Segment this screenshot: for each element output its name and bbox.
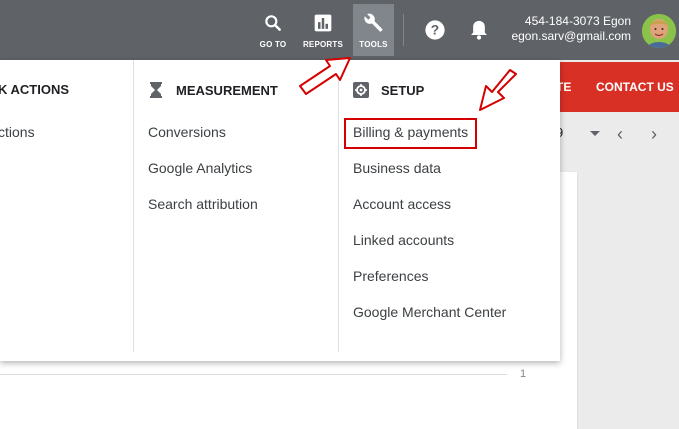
menu-item-google-analytics[interactable]: Google Analytics	[148, 150, 258, 186]
bar-chart-icon	[312, 12, 334, 34]
tools-menu: K ACTIONS ctions MEASUREMENT Conversions…	[0, 60, 560, 361]
menu-item-account-access[interactable]: Account access	[353, 186, 506, 222]
page-number: 1	[520, 368, 527, 380]
column-header: MEASUREMENT	[148, 82, 278, 98]
date-range-bar: 9 ‹ ›	[550, 118, 679, 150]
menu-item-conversions[interactable]: Conversions	[148, 114, 258, 150]
account-info[interactable]: 454-184-3073 Egon egon.sarv@gmail.com	[511, 14, 631, 44]
chevron-down-icon[interactable]	[590, 131, 600, 136]
menu-item-billing-payments[interactable]: Billing & payments	[353, 114, 506, 150]
reports-button[interactable]: REPORTS	[297, 4, 349, 56]
reports-label: REPORTS	[302, 40, 344, 49]
menu-column-bulk-actions: K ACTIONS ctions	[0, 60, 133, 361]
avatar[interactable]	[642, 14, 676, 48]
menu-item-preferences[interactable]: Preferences	[353, 258, 506, 294]
menu-column-measurement: MEASUREMENT Conversions Google Analytics…	[133, 60, 338, 352]
top-app-bar: GO TO REPORTS TOOLS ? 454-184-3073 Egon …	[0, 0, 679, 60]
tools-button[interactable]: TOOLS	[353, 4, 394, 56]
setup-header-label: SETUP	[381, 82, 425, 98]
account-email: egon.sarv@gmail.com	[511, 29, 631, 43]
hourglass-icon	[148, 82, 164, 98]
account-id: 454-184-3073 Egon	[524, 14, 631, 28]
tools-label: TOOLS	[359, 40, 388, 49]
contact-us-button[interactable]: CONTACT US	[596, 80, 674, 94]
measurement-header-label: MEASUREMENT	[176, 82, 278, 98]
goto-label: GO TO	[259, 40, 287, 49]
bell-icon[interactable]	[467, 18, 491, 42]
wrench-icon	[363, 12, 385, 34]
svg-text:?: ?	[431, 23, 439, 38]
search-icon	[262, 12, 284, 34]
gear-icon	[353, 82, 369, 98]
divider	[0, 374, 507, 375]
menu-list: ctions	[0, 114, 35, 150]
chevron-right-icon[interactable]: ›	[644, 124, 664, 144]
menu-item-search-attribution[interactable]: Search attribution	[148, 186, 258, 222]
help-icon[interactable]: ?	[423, 18, 447, 42]
menu-column-setup: SETUP Billing & payments Business data A…	[338, 60, 560, 352]
column-header: K ACTIONS	[0, 82, 70, 97]
menu-item-google-merchant-center[interactable]: Google Merchant Center	[353, 294, 506, 330]
chevron-left-icon[interactable]: ‹	[610, 124, 630, 144]
menu-item[interactable]: ctions	[0, 114, 35, 150]
menu-list: Billing & payments Business data Account…	[353, 114, 506, 330]
menu-item-linked-accounts[interactable]: Linked accounts	[353, 222, 506, 258]
menu-list: Conversions Google Analytics Search attr…	[148, 114, 258, 222]
column-header: SETUP	[353, 82, 424, 98]
menu-item-business-data[interactable]: Business data	[353, 150, 506, 186]
toolbar-divider	[403, 14, 404, 46]
goto-button[interactable]: GO TO	[247, 4, 299, 56]
